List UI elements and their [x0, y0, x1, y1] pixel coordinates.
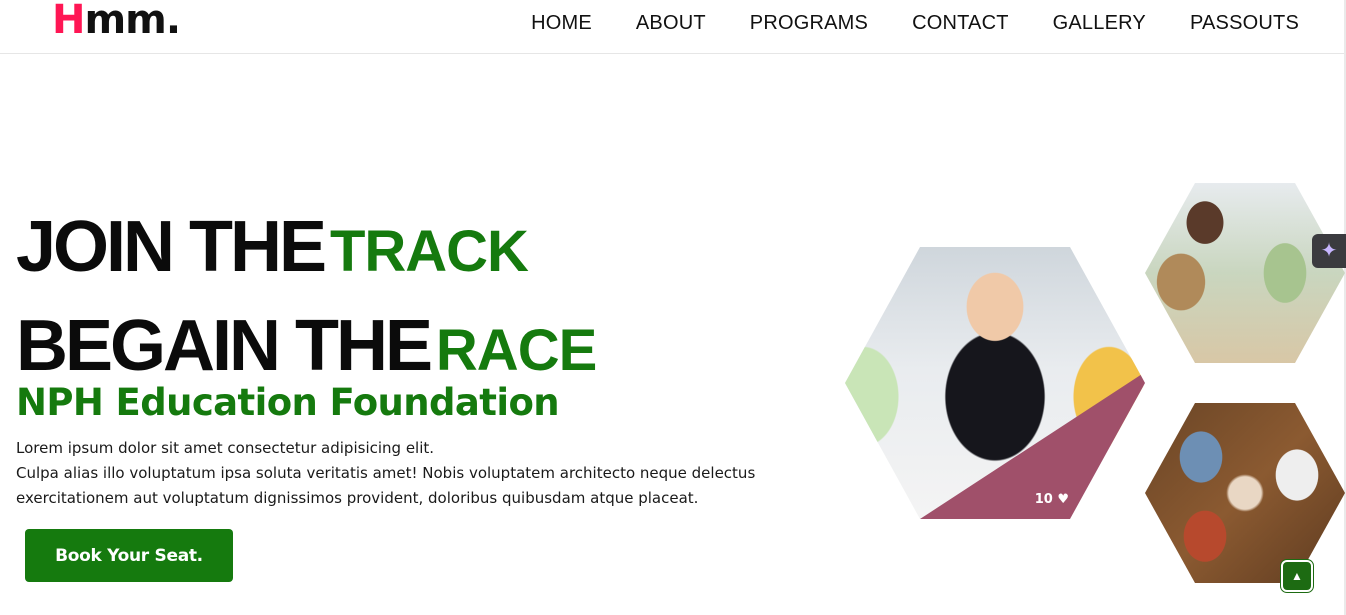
hero-line-2-main: BEGAIN THE — [16, 306, 433, 386]
hero-line-1: JOIN THE TRACK — [16, 204, 596, 303]
gallery-image-students[interactable] — [1145, 183, 1345, 363]
book-seat-button[interactable]: Book Your Seat. — [25, 529, 233, 582]
nav-about[interactable]: ABOUT — [636, 11, 706, 35]
likes-count[interactable]: 10 ♥ — [1035, 492, 1069, 507]
logo-letter: H — [52, 0, 85, 43]
sparkle-icon[interactable]: ✦ — [1312, 234, 1346, 268]
description-line-1: Lorem ipsum dolor sit amet consectetur a… — [16, 439, 435, 457]
nav-contact[interactable]: CONTACT — [912, 11, 1009, 35]
hero-line-1-accent: TRACK — [329, 219, 529, 284]
description-line-2: Culpa alias illo voluptatum ipsa soluta … — [16, 464, 756, 482]
scroll-to-top-button[interactable]: ▲ — [1281, 560, 1313, 592]
arrow-up-icon: ▲ — [1291, 569, 1303, 583]
hero-line-1-main: JOIN THE — [16, 207, 327, 287]
hero-title: JOIN THE TRACK BEGAIN THE RACE — [16, 204, 597, 402]
gallery-image-team-hands[interactable] — [1145, 403, 1345, 583]
image-overlay-triangle — [920, 372, 1145, 519]
hero-subtitle: NPH Education Foundation — [16, 381, 560, 424]
hero-description: Lorem ipsum dolor sit amet consectetur a… — [16, 436, 816, 511]
navbar: Hmm. HOME ABOUT PROGRAMS CONTACT GALLERY… — [0, 0, 1346, 54]
nav-gallery[interactable]: GALLERY — [1053, 11, 1146, 35]
nav-passouts[interactable]: PASSOUTS — [1190, 11, 1299, 35]
nav-home[interactable]: HOME — [531, 11, 592, 35]
gallery-image-classroom[interactable]: 10 ♥ — [845, 247, 1145, 519]
hero-line-2-accent: RACE — [435, 318, 597, 383]
main-nav: HOME ABOUT PROGRAMS CONTACT GALLERY PASS… — [531, 11, 1299, 35]
nav-programs[interactable]: PROGRAMS — [750, 11, 868, 35]
logo[interactable]: Hmm. — [52, 0, 181, 43]
description-line-3: exercitationem aut voluptatum dignissimo… — [16, 489, 699, 507]
logo-text: mm. — [84, 0, 181, 43]
